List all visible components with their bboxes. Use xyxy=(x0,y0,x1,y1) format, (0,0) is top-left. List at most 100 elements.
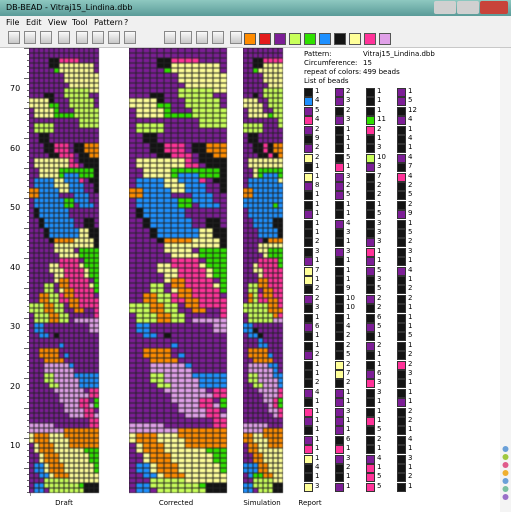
bead-swatch xyxy=(304,464,313,473)
circumference-value: 15 xyxy=(363,59,372,67)
bead-count: 1 xyxy=(315,472,320,481)
bead-swatch xyxy=(304,247,313,257)
menu-help[interactable]: ? xyxy=(124,18,128,27)
bead-swatch xyxy=(366,200,375,210)
print-icon[interactable] xyxy=(58,31,70,44)
arrow-left-icon[interactable] xyxy=(92,31,104,44)
fill-icon[interactable] xyxy=(196,31,208,44)
palette-swatch[interactable] xyxy=(319,33,331,45)
close-button[interactable] xyxy=(480,1,508,14)
window-title: DB-BEAD - Vitraj15_Lindina.dbb xyxy=(6,3,133,12)
bead-count: 2 xyxy=(408,237,413,246)
bead-swatch xyxy=(335,135,344,144)
bead-count: 2 xyxy=(377,190,382,199)
maximize-button[interactable] xyxy=(457,1,479,14)
bead-swatch xyxy=(397,426,406,436)
palette-swatch[interactable] xyxy=(274,33,286,45)
save-icon[interactable] xyxy=(40,31,52,44)
bead-swatch xyxy=(397,266,406,276)
bead-swatch xyxy=(335,294,344,304)
bead-count: 1 xyxy=(377,246,382,255)
bead-count: 5 xyxy=(377,284,382,293)
bead-count: 4 xyxy=(408,134,413,142)
bead-swatch xyxy=(304,294,313,304)
bead-swatch xyxy=(335,247,344,257)
bead-count: 3 xyxy=(377,228,382,236)
bead-swatch xyxy=(335,116,344,126)
bead-count: 3 xyxy=(315,303,320,312)
bead-count: 6 xyxy=(346,434,351,443)
menu-file[interactable]: File xyxy=(6,18,19,27)
open-icon[interactable] xyxy=(24,31,36,44)
bead-swatch xyxy=(366,304,375,314)
menu-pattern[interactable]: Pattern xyxy=(94,18,123,27)
menu-edit[interactable]: Edit xyxy=(26,18,42,27)
bead-swatch xyxy=(366,332,375,342)
bead-swatch xyxy=(366,144,375,154)
select-icon[interactable] xyxy=(180,31,192,44)
palette-swatch[interactable] xyxy=(304,33,316,45)
bead-swatch xyxy=(335,445,344,455)
bead-count: 1 xyxy=(315,162,320,171)
bead-count: 1 xyxy=(315,425,320,434)
bead-swatch xyxy=(304,323,313,332)
palette-swatch[interactable] xyxy=(364,33,376,45)
bead-count: 2 xyxy=(377,340,382,349)
bead-swatch xyxy=(335,313,344,323)
menu-view[interactable]: View xyxy=(48,18,67,27)
bead-count: 7 xyxy=(315,265,320,274)
palette-swatch[interactable] xyxy=(244,33,256,45)
bead-count: 1 xyxy=(408,124,413,133)
bead-swatch xyxy=(397,106,406,116)
bead-swatch xyxy=(366,454,375,464)
corrected-view[interactable] xyxy=(129,48,229,496)
bead-count: 5 xyxy=(408,96,413,105)
new-icon[interactable] xyxy=(8,31,20,44)
repeat-value: 499 beads xyxy=(363,68,400,76)
bead-swatch xyxy=(397,229,406,238)
cut-icon[interactable] xyxy=(76,31,88,44)
paste-icon[interactable] xyxy=(124,31,136,44)
bead-swatch xyxy=(366,135,375,144)
bead-count: 1 xyxy=(408,444,413,453)
bead-swatch xyxy=(366,417,375,426)
bead-swatch xyxy=(397,97,406,107)
bead-swatch xyxy=(335,341,344,351)
bead-swatch xyxy=(397,445,406,455)
bead-swatch xyxy=(397,417,406,426)
bead-swatch xyxy=(397,435,406,445)
bead-count: 3 xyxy=(408,453,413,462)
bead-count: 1 xyxy=(377,406,382,415)
bead-swatch xyxy=(335,163,344,173)
bead-count: 5 xyxy=(377,209,382,218)
bead-count: 2 xyxy=(346,87,351,95)
bead-swatch xyxy=(304,238,313,248)
palette-swatch[interactable] xyxy=(289,33,301,45)
palette-swatch[interactable] xyxy=(379,33,391,45)
bead-swatch xyxy=(335,219,344,229)
menu-tool[interactable]: Tool xyxy=(72,18,88,27)
bead-swatch xyxy=(304,435,313,445)
arrow-right-icon[interactable] xyxy=(108,31,120,44)
draft-view[interactable] xyxy=(29,48,102,496)
simulation-view[interactable] xyxy=(243,48,284,496)
bead-count: 5 xyxy=(346,350,351,359)
bead-swatch xyxy=(335,360,344,370)
palette-swatch[interactable] xyxy=(334,33,346,45)
bead-swatch xyxy=(335,276,344,285)
pointer-icon[interactable] xyxy=(164,31,176,44)
report-label: Report xyxy=(298,499,322,507)
palette-swatch[interactable] xyxy=(259,33,271,45)
bead-swatch xyxy=(366,88,375,97)
beadoo-logo xyxy=(500,443,511,505)
bead-swatch xyxy=(397,407,406,417)
delete-icon[interactable] xyxy=(230,31,242,44)
bead-swatch xyxy=(335,88,344,97)
bead-swatch xyxy=(335,144,344,154)
palette-swatch[interactable] xyxy=(349,33,361,45)
bead-count: 10 xyxy=(377,152,386,161)
pen-icon[interactable] xyxy=(212,31,224,44)
pattern-value: Vitraj15_Lindina.dbb xyxy=(363,50,435,58)
bead-swatch xyxy=(335,323,344,332)
minimize-button[interactable] xyxy=(434,1,456,14)
